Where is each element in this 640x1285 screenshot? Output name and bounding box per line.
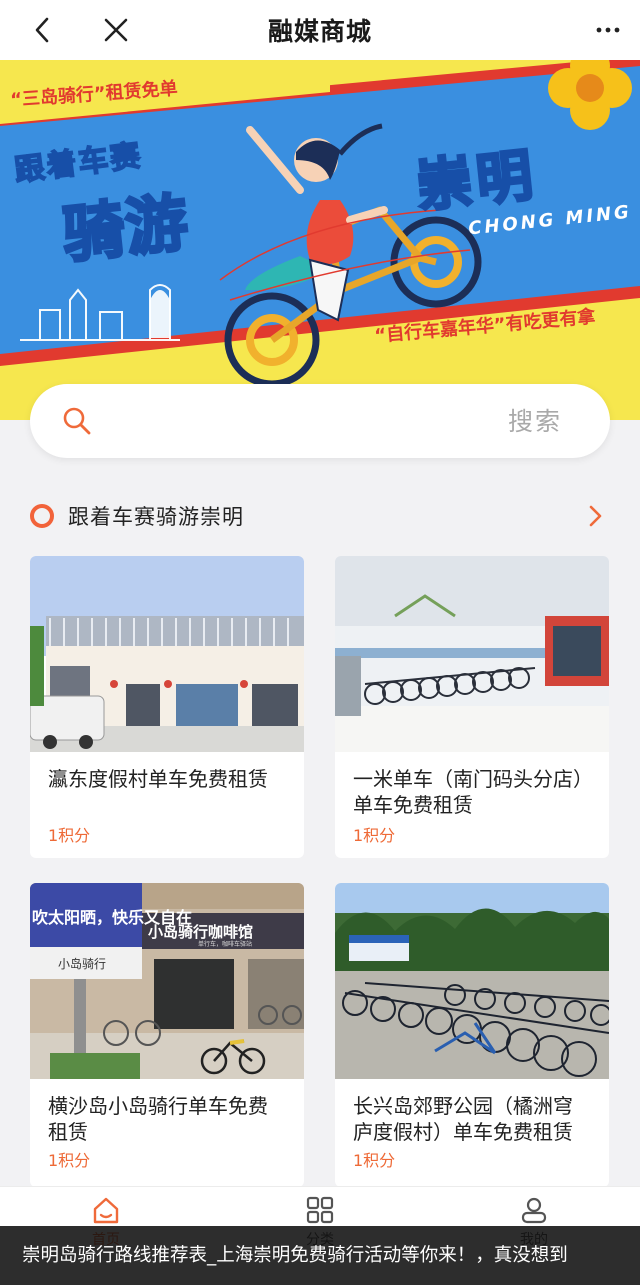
page-title: 融媒商城 [267, 17, 372, 46]
product-image [335, 556, 609, 752]
search-placeholder: 搜索 [507, 407, 562, 436]
section-ring-icon [30, 504, 54, 528]
product-card[interactable]: 长兴岛郊野公园（橘洲穹庐度假村）单车免费租赁 1积分 [335, 883, 609, 1187]
product-points: 1积分 [48, 826, 91, 845]
search-bar[interactable]: 搜索 [30, 384, 610, 458]
product-card[interactable]: 瀛东度假村单车免费租赁 1积分 [30, 556, 304, 858]
banner-chongming-text: 崇明 [412, 141, 541, 221]
section-title: 跟着车赛骑游崇明 [68, 505, 244, 529]
product-points: 1积分 [353, 1151, 396, 1170]
back-button[interactable] [24, 12, 60, 48]
product-title: 长兴岛郊野公园（橘洲穹庐度假村）单车免费租赁 [353, 1094, 573, 1144]
caption-overlay: 崇明岛骑行路线推荐表_上海崇明免费骑行活动等你来！，真没想到 [0, 1226, 640, 1285]
chevron-right-icon [589, 505, 602, 527]
banner-ride-text: 骑游 [58, 184, 194, 273]
product-image [335, 883, 609, 1079]
close-icon [104, 18, 128, 42]
home-icon [93, 1197, 119, 1224]
product-image: 小岛骑行咖啡馆 单行车，咖啡车驿站 吹太阳晒，快乐又自在 小岛骑行 [30, 883, 304, 1079]
page: 融媒商城 “三岛骑行”租赁免单 跟着车赛 骑游 崇明 CHONG MING “自… [0, 0, 640, 1285]
product-title: 一米单车（南门码头分店）单车免费租赁 [353, 767, 583, 817]
chevron-left-icon [35, 17, 49, 43]
product-card[interactable]: 一米单车（南门码头分店）单车免费租赁 1积分 [335, 556, 609, 858]
more-button[interactable] [590, 12, 626, 48]
profile-icon [521, 1197, 547, 1224]
cafe-banner-small: 小岛骑行 [58, 956, 106, 971]
cafe-banner-text: 吹太阳晒，快乐又自在 [32, 908, 192, 927]
more-dots-icon [596, 27, 620, 33]
product-card[interactable]: 小岛骑行咖啡馆 单行车，咖啡车驿站 吹太阳晒，快乐又自在 小岛骑行 横沙岛小岛骑… [30, 883, 304, 1187]
product-title: 横沙岛小岛骑行单车免费租赁 [48, 1094, 268, 1144]
close-button[interactable] [98, 12, 134, 48]
product-points: 1积分 [48, 1151, 91, 1170]
product-image [30, 556, 304, 752]
search-icon [63, 407, 91, 435]
product-title: 瀛东度假村单车免费租赁 [48, 767, 268, 791]
section-header[interactable]: 跟着车赛骑游崇明 [30, 496, 610, 536]
grid-icon [306, 1196, 334, 1224]
cafe-sub-text: 单行车，咖啡车驿站 [198, 940, 252, 948]
nav-bar: 融媒商城 [0, 0, 640, 60]
promo-banner[interactable]: “三岛骑行”租赁免单 跟着车赛 骑游 崇明 CHONG MING “自行车嘉年华… [0, 60, 640, 420]
product-points: 1积分 [353, 826, 396, 845]
